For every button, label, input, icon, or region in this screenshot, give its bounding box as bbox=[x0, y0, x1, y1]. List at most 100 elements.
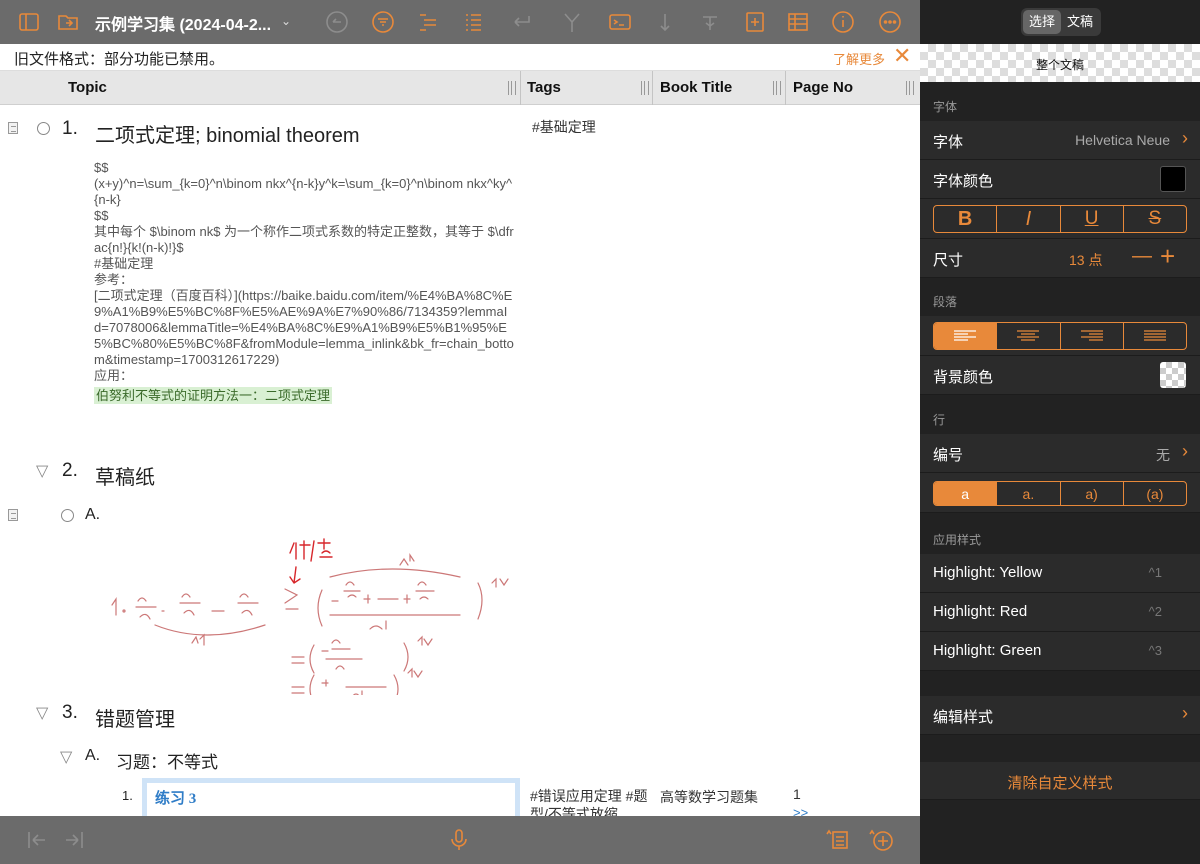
info-icon[interactable] bbox=[830, 9, 856, 35]
numbering-style-row: a a. a) (a) bbox=[920, 473, 1200, 513]
column-page-no[interactable]: Page No bbox=[793, 71, 853, 105]
text-size-icon[interactable] bbox=[697, 9, 723, 35]
return-icon[interactable] bbox=[508, 9, 534, 35]
row-tags[interactable]: #错误应用定理 #题型/不等式放缩 bbox=[530, 787, 648, 816]
numbering-a-dot-button[interactable]: a. bbox=[997, 482, 1061, 505]
row-status-circle[interactable] bbox=[37, 122, 50, 135]
edit-styles-row[interactable]: 编辑样式 › bbox=[920, 696, 1200, 735]
note-line: $$ bbox=[94, 160, 109, 175]
learn-more-link[interactable]: 了解更多 bbox=[833, 49, 885, 68]
alignment-buttons bbox=[933, 322, 1187, 350]
add-note-icon[interactable] bbox=[824, 827, 850, 853]
disclosure-triangle-icon[interactable]: ▽ bbox=[60, 747, 72, 767]
section-paragraph: 段落 bbox=[933, 295, 958, 309]
clear-custom-styles-button[interactable]: 清除自定义样式 bbox=[920, 762, 1200, 800]
disclosure-triangle-icon[interactable]: ▽ bbox=[36, 461, 48, 481]
section-applied-styles: 应用样式 bbox=[933, 533, 982, 547]
outdent-icon[interactable] bbox=[24, 827, 50, 853]
document-title[interactable]: 示例学习集 (2024-04-2... bbox=[95, 11, 271, 35]
highlight-label: Highlight: Yellow bbox=[933, 564, 1043, 581]
column-topic[interactable]: Topic bbox=[68, 71, 107, 105]
increase-size-button[interactable]: + bbox=[1160, 241, 1175, 272]
font-family-row[interactable]: 字体 Helvetica Neue › bbox=[920, 121, 1200, 160]
highlight-red-row[interactable]: Highlight: Red ^2 bbox=[920, 593, 1200, 632]
column-divider bbox=[785, 71, 786, 105]
note-icon[interactable] bbox=[8, 122, 18, 134]
row-tags[interactable]: #基础定理 bbox=[532, 117, 596, 137]
column-resize-handle[interactable] bbox=[641, 81, 649, 95]
column-book-title[interactable]: Book Title bbox=[660, 71, 732, 105]
list-icon[interactable] bbox=[460, 9, 486, 35]
strikethrough-button[interactable]: S bbox=[1124, 206, 1186, 232]
underline-button[interactable]: U bbox=[1061, 206, 1124, 232]
align-center-button[interactable] bbox=[997, 323, 1061, 349]
highlighted-link[interactable]: 伯努利不等式的证明方法一：二项式定理 bbox=[94, 387, 333, 404]
decrease-size-button[interactable]: — bbox=[1132, 245, 1152, 268]
handwritten-sketch[interactable] bbox=[100, 535, 530, 695]
page-link[interactable]: >> bbox=[793, 805, 808, 816]
column-tags[interactable]: Tags bbox=[527, 71, 561, 105]
tab-document[interactable]: 文稿 bbox=[1061, 10, 1099, 34]
more-icon[interactable] bbox=[877, 9, 903, 35]
row-topic[interactable]: 习题：不等式 bbox=[116, 748, 218, 773]
font-label: 字体 bbox=[933, 134, 964, 151]
row-book-title[interactable]: 高等数学习题集 bbox=[660, 787, 758, 807]
row-topic[interactable]: 二项式定理; binomial theorem bbox=[95, 119, 360, 148]
align-justify-button[interactable] bbox=[1124, 323, 1186, 349]
undo-icon[interactable] bbox=[324, 9, 350, 35]
bottom-toolbar bbox=[0, 816, 920, 864]
row-number: A. bbox=[85, 747, 101, 764]
outline-icon[interactable] bbox=[415, 9, 441, 35]
font-color-swatch[interactable] bbox=[1160, 166, 1186, 192]
filter-icon[interactable] bbox=[370, 9, 396, 35]
bg-color-label: 背景颜色 bbox=[933, 369, 994, 386]
note-line: #基础定理 bbox=[94, 256, 154, 271]
add-row-circle-icon[interactable] bbox=[868, 827, 894, 853]
indent-icon[interactable] bbox=[61, 827, 87, 853]
close-icon[interactable]: ✕ bbox=[893, 45, 911, 67]
table-icon[interactable] bbox=[785, 9, 811, 35]
row-topic[interactable]: 草稿纸 bbox=[95, 461, 155, 490]
column-resize-handle[interactable] bbox=[906, 81, 914, 95]
sidebar-icon[interactable] bbox=[16, 9, 42, 35]
align-left-button[interactable] bbox=[934, 323, 998, 349]
numbering-paren-a-button[interactable]: (a) bbox=[1124, 482, 1186, 505]
branch-icon[interactable] bbox=[559, 9, 585, 35]
add-row-icon[interactable] bbox=[742, 9, 768, 35]
terminal-icon[interactable] bbox=[607, 9, 633, 35]
bg-color-swatch[interactable] bbox=[1160, 362, 1186, 388]
style-scope-preview[interactable]: 整个文稿 bbox=[920, 44, 1200, 82]
scope-label: 整个文稿 bbox=[1035, 58, 1084, 72]
chevron-right-icon: › bbox=[1182, 441, 1188, 461]
folder-icon[interactable] bbox=[55, 9, 81, 35]
bold-button[interactable]: B bbox=[934, 206, 998, 232]
column-resize-handle[interactable] bbox=[508, 81, 516, 95]
tab-select[interactable]: 选择 bbox=[1023, 10, 1061, 34]
column-resize-handle[interactable] bbox=[773, 81, 781, 95]
outline-view: 1. 二项式定理; binomial theorem #基础定理 $$ (x+y… bbox=[0, 105, 920, 816]
row-status-circle[interactable] bbox=[61, 509, 74, 522]
microphone-icon[interactable] bbox=[446, 827, 472, 853]
background-color-row[interactable]: 背景颜色 bbox=[920, 356, 1200, 395]
highlight-green-row[interactable]: Highlight: Green ^3 bbox=[920, 632, 1200, 671]
note-icon[interactable] bbox=[8, 509, 18, 521]
numbering-label: 编号 bbox=[933, 447, 964, 464]
row-note[interactable]: $$ (x+y)^n=\sum_{k=0}^n\binom nkx^{n-k}y… bbox=[94, 160, 514, 404]
shortcut-key: ^3 bbox=[1148, 643, 1162, 658]
highlight-label: Highlight: Red bbox=[933, 603, 1028, 620]
numbering-a-button[interactable]: a bbox=[934, 482, 998, 505]
italic-button[interactable]: I bbox=[997, 206, 1061, 232]
align-right-button[interactable] bbox=[1061, 323, 1124, 349]
highlight-yellow-row[interactable]: Highlight: Yellow ^1 bbox=[920, 554, 1200, 593]
row-page-no[interactable]: 1 bbox=[793, 786, 801, 802]
chevron-down-icon[interactable]: ⌄ bbox=[281, 14, 291, 28]
sort-icon[interactable] bbox=[652, 9, 678, 35]
font-color-label: 字体颜色 bbox=[933, 173, 994, 190]
numbering-row[interactable]: 编号 无 › bbox=[920, 434, 1200, 473]
alignment-row bbox=[920, 316, 1200, 356]
attached-image[interactable]: 练习 3 bbox=[142, 778, 520, 816]
disclosure-triangle-icon[interactable]: ▽ bbox=[36, 703, 48, 723]
row-topic[interactable]: 错题管理 bbox=[95, 703, 175, 732]
font-color-row[interactable]: 字体颜色 bbox=[920, 160, 1200, 199]
numbering-a-paren-button[interactable]: a) bbox=[1061, 482, 1124, 505]
